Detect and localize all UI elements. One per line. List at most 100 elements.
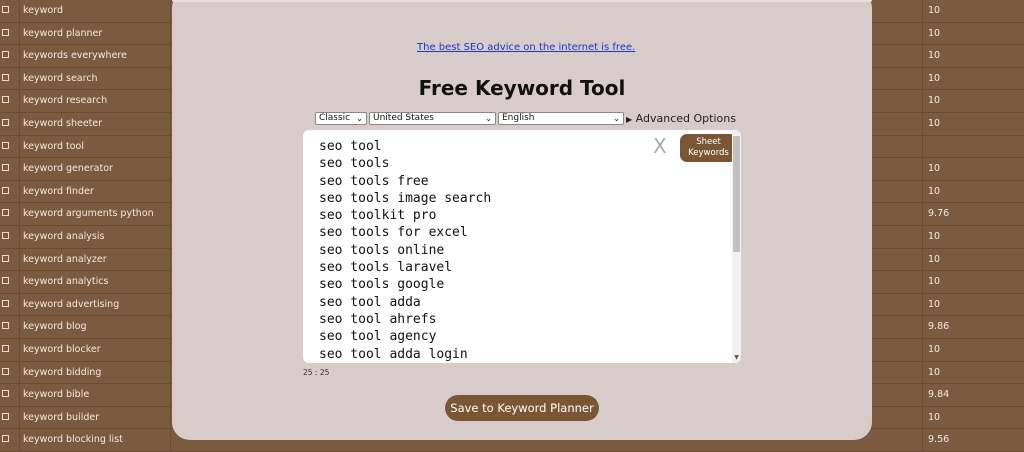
row-checkbox[interactable] [2,367,9,375]
sheet-keywords-label-1: Sheet [696,137,721,147]
row-checkbox[interactable] [2,209,9,217]
column-divider [19,180,20,203]
advanced-options-toggle[interactable]: ▶ Advanced Options [626,112,736,125]
list-item: seo tools free [319,173,429,189]
row-keyword: keyword search [23,72,98,84]
row-checkbox[interactable] [2,73,9,81]
row-keyword: keyword sheeter [23,117,103,129]
row-score: 10 [928,50,941,62]
column-divider [19,90,20,112]
row-keyword: keyword research [23,95,108,107]
row-checkbox[interactable] [2,322,9,330]
row-keyword: keyword planner [23,27,103,39]
column-divider [19,293,20,316]
column-divider [170,429,171,451]
column-divider [922,67,923,90]
save-to-keyword-planner-button[interactable]: Save to Keyword Planner [445,395,599,421]
keywords-list: seo tool seo tools seo tools free seo tools… [319,138,491,363]
column-divider [922,203,923,225]
keyword-tool-panel: The best SEO advice on the internet is f… [172,0,872,440]
row-keyword: keyword finder [23,185,94,197]
list-item: seo tools [319,156,390,172]
row-keyword: keywords everywhere [23,50,127,62]
row-keyword: keyword analyzer [23,253,107,265]
chevron-down-icon: ⌄ [485,114,492,123]
list-item: seo tool [319,139,382,154]
column-divider [170,338,171,361]
row-checkbox[interactable] [2,412,9,420]
row-keyword: keyword [23,5,63,16]
row-keyword: keyword analytics [23,276,109,288]
column-divider [170,316,171,338]
row-checkbox[interactable] [2,164,9,172]
row-checkbox[interactable] [2,186,9,194]
list-item: seo tools image search [319,190,492,206]
column-divider [922,90,923,112]
row-score: 9.76 [928,208,950,220]
column-divider [19,158,20,180]
column-divider [170,225,171,248]
row-checkbox[interactable] [2,277,9,285]
column-divider [19,406,20,429]
row-checkbox[interactable] [2,344,9,352]
row-checkbox[interactable] [2,6,9,13]
sheet-keywords-button[interactable]: Sheet Keywords [680,134,737,162]
column-divider [922,316,923,338]
row-checkbox[interactable] [2,28,9,36]
row-checkbox[interactable] [2,299,9,307]
scroll-down-arrow-icon[interactable]: ▼ [732,354,741,361]
row-checkbox[interactable] [2,51,9,59]
scrollbar-thumb[interactable] [733,136,740,252]
mode-select[interactable]: Classic ⌄ [315,112,367,125]
column-divider [19,112,20,135]
row-keyword: keyword bidding [23,366,102,378]
row-score: 10 [928,253,941,265]
list-item: seo tool agency [319,329,437,345]
column-divider [170,112,171,135]
column-divider [922,135,923,158]
clear-icon[interactable]: X [653,134,667,158]
seo-advice-link[interactable]: The best SEO advice on the internet is f… [417,42,635,53]
column-divider [922,429,923,451]
row-score: 9.86 [928,321,950,333]
column-divider [170,180,171,203]
row-checkbox[interactable] [2,435,9,443]
column-divider [19,225,20,248]
column-divider [922,0,923,22]
language-select[interactable]: English ⌄ [498,112,624,125]
column-divider [922,22,923,45]
column-divider [170,361,171,384]
country-select[interactable]: United States ⌄ [369,112,496,125]
row-score: 10 [928,298,941,310]
list-item: seo tools for excel [319,225,468,241]
mode-select-value: Classic [319,113,351,123]
row-keyword: keyword tool [23,140,84,152]
column-divider [19,135,20,158]
row-checkbox[interactable] [2,390,9,398]
row-score: 10 [928,163,941,175]
column-divider [922,180,923,203]
column-divider [922,338,923,361]
column-divider [170,67,171,90]
list-item: seo tools google [319,277,445,293]
row-checkbox[interactable] [2,231,9,239]
row-score: 10 [928,72,941,84]
row-keyword: keyword generator [23,163,113,175]
keywords-textarea[interactable]: seo tool seo tools seo tools free seo tools… [303,130,741,363]
row-checkbox[interactable] [2,141,9,149]
panel-top-band [172,0,872,2]
row-checkbox[interactable] [2,254,9,262]
row-keyword: keyword arguments python [23,208,154,220]
column-divider [170,0,171,22]
row-keyword: keyword builder [23,411,100,423]
column-divider [170,248,171,271]
row-checkbox[interactable] [2,96,9,104]
column-divider [922,45,923,67]
column-divider [170,293,171,316]
row-checkbox[interactable] [2,118,9,126]
page-title: Free Keyword Tool [418,76,626,100]
row-score: 9.84 [928,389,950,401]
sheet-keywords-label-2: Keywords [688,148,729,158]
column-divider [19,22,20,45]
column-divider [922,271,923,293]
